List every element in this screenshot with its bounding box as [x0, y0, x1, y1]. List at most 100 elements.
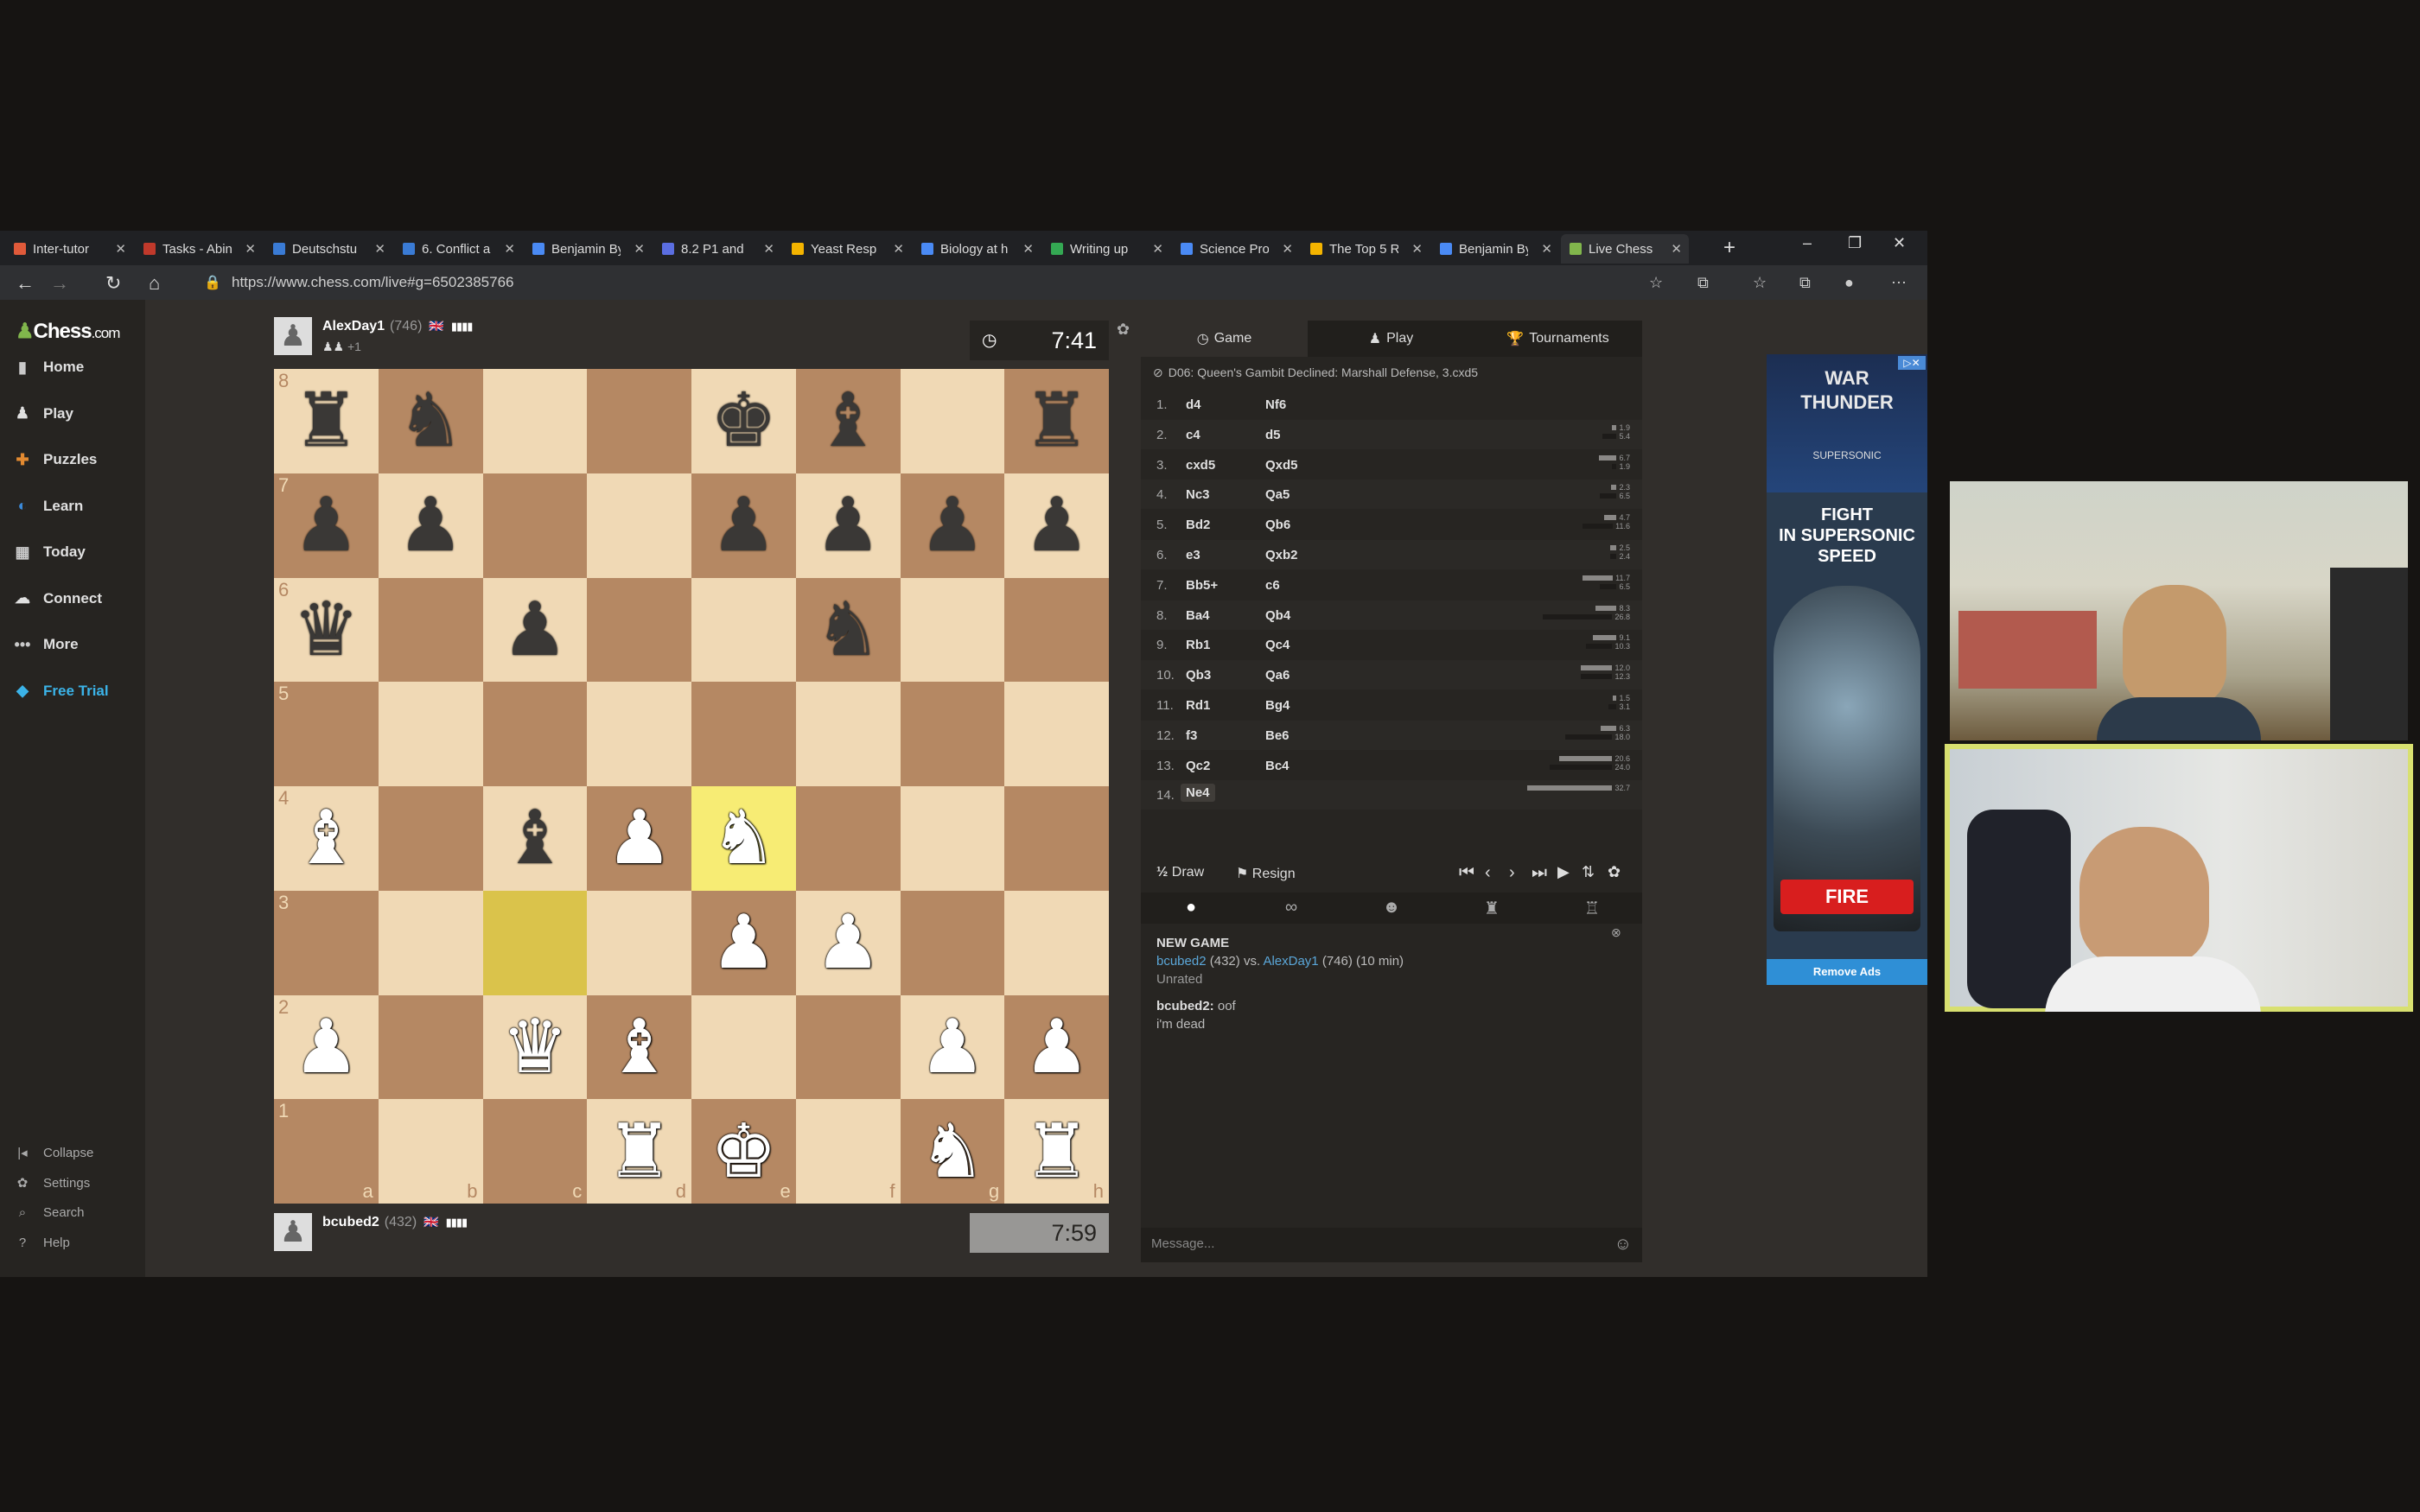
- square-h5[interactable]: [1004, 682, 1109, 786]
- castle-icon[interactable]: ♖: [1542, 898, 1642, 919]
- black-move[interactable]: Nf6: [1265, 397, 1286, 412]
- square-h3[interactable]: [1004, 890, 1109, 995]
- white-move[interactable]: f3: [1186, 728, 1197, 743]
- black-move[interactable]: Qc4: [1265, 638, 1290, 652]
- sidebar-item-puzzles[interactable]: ✚ Puzzles: [12, 447, 97, 473]
- black-move[interactable]: d5: [1265, 428, 1281, 442]
- friends-icon[interactable]: ☻: [1341, 898, 1442, 918]
- favorite-icon[interactable]: ☆: [1649, 274, 1663, 292]
- browser-tab[interactable]: Science Proj ✕: [1172, 234, 1300, 264]
- prev-move-icon[interactable]: ‹: [1485, 863, 1491, 883]
- square-g2[interactable]: ♟: [900, 994, 1005, 1100]
- black-move[interactable]: Be6: [1265, 728, 1290, 743]
- square-b2[interactable]: [378, 994, 483, 1100]
- white-move[interactable]: Qb3: [1186, 668, 1211, 683]
- menu-icon[interactable]: ⋯: [1891, 274, 1907, 292]
- white-move[interactable]: Ba4: [1186, 608, 1210, 623]
- black-move[interactable]: Qa6: [1265, 668, 1290, 683]
- square-g3[interactable]: [900, 890, 1005, 995]
- black-move[interactable]: Bc4: [1265, 759, 1290, 773]
- square-b5[interactable]: [378, 682, 483, 786]
- favorites-icon[interactable]: ☆: [1753, 274, 1767, 292]
- square-d3[interactable]: [587, 890, 691, 995]
- black-knight-icon[interactable]: ♞: [815, 593, 882, 667]
- white-rook-icon[interactable]: ♜: [1023, 1115, 1090, 1189]
- square-h7[interactable]: ♟: [1004, 473, 1109, 578]
- collections-icon[interactable]: ⧉: [1799, 274, 1811, 292]
- white-move[interactable]: c4: [1186, 428, 1200, 442]
- square-a1[interactable]: 1a: [274, 1099, 379, 1204]
- advertisement[interactable]: ▷✕ WAR THUNDER SUPERSONIC FIGHT IN SUPERSO…: [1767, 354, 1927, 985]
- tab-close-icon[interactable]: ✕: [504, 241, 515, 257]
- browser-tab[interactable]: Inter-tutor ✕: [5, 234, 133, 264]
- square-e5[interactable]: [691, 682, 796, 786]
- tab-game[interactable]: ◷ Game: [1141, 321, 1308, 357]
- square-c1[interactable]: c: [482, 1099, 588, 1204]
- black-pawn-icon[interactable]: ♟: [815, 488, 882, 562]
- square-e2[interactable]: [691, 994, 796, 1100]
- square-g5[interactable]: [900, 682, 1005, 786]
- profile-icon[interactable]: ●: [1844, 274, 1854, 292]
- player-name[interactable]: AlexDay1: [322, 319, 385, 334]
- black-king-icon[interactable]: ♚: [710, 384, 777, 458]
- black-move[interactable]: Qb4: [1265, 608, 1290, 623]
- black-pawn-icon[interactable]: ♟: [710, 488, 777, 562]
- white-move[interactable]: cxd5: [1186, 458, 1215, 473]
- spectators-icon[interactable]: ∞: [1241, 898, 1341, 918]
- white-pawn-icon[interactable]: ♟: [919, 1010, 985, 1084]
- white-pawn-icon[interactable]: ♟: [1023, 1010, 1090, 1084]
- square-d2[interactable]: ♝: [587, 994, 691, 1100]
- white-move[interactable]: Rd1: [1186, 698, 1210, 713]
- square-f5[interactable]: [795, 682, 901, 786]
- square-h2[interactable]: ♟: [1004, 994, 1109, 1100]
- white-queen-icon[interactable]: ♛: [501, 1010, 568, 1084]
- resign-button[interactable]: ⚑ Resign: [1236, 865, 1296, 882]
- white-move[interactable]: Rb1: [1186, 638, 1210, 652]
- white-move[interactable]: Bb5+: [1186, 578, 1218, 593]
- tab-tournaments[interactable]: 🏆 Tournaments: [1474, 321, 1641, 357]
- tab-close-icon[interactable]: ✕: [1671, 241, 1682, 257]
- remove-ads-link[interactable]: Remove Ads: [1767, 959, 1927, 985]
- white-pawn-icon[interactable]: ♟: [606, 801, 672, 875]
- last-move-icon[interactable]: ⏭: [1532, 863, 1547, 883]
- sidebar-search[interactable]: ⌕ Search: [14, 1205, 85, 1220]
- black-move[interactable]: Bg4: [1265, 698, 1290, 713]
- square-f8[interactable]: ♝: [795, 369, 901, 473]
- square-a7[interactable]: 7 ♟: [274, 473, 379, 578]
- white-rook-icon[interactable]: ♜: [606, 1115, 672, 1189]
- square-a6[interactable]: 6 ♛: [274, 577, 379, 683]
- chess-board[interactable]: 8 ♜ ♞ ♚ ♝ ♜ 7 ♟ ♟ ♟ ♟ ♟ ♟ 6 ♛ ♟ ♞ 5 4 ♝ ♝ ♟ ♞ 3 ♟ ♟ 2 ♟ ♛ ♝ ♟ ♟ 1 a b c d ♜ e ♚…: [274, 369, 1109, 1204]
- extension-icon[interactable]: ⧉: [1697, 274, 1709, 292]
- square-c5[interactable]: [482, 682, 588, 786]
- avatar[interactable]: ♟: [274, 317, 312, 355]
- browser-tab[interactable]: Benjamin By ✕: [524, 234, 652, 264]
- sidebar-item-learn[interactable]: ◐ Learn: [12, 493, 84, 519]
- black-move[interactable]: Qb6: [1265, 518, 1290, 532]
- emoji-icon[interactable]: ☺: [1614, 1235, 1632, 1255]
- tab-close-icon[interactable]: ✕: [893, 241, 904, 257]
- tournament-icon[interactable]: ♜: [1442, 898, 1542, 919]
- tab-close-icon[interactable]: ✕: [763, 241, 774, 257]
- back-icon[interactable]: ←: [16, 272, 35, 295]
- message-input[interactable]: Message... ☺: [1141, 1228, 1642, 1262]
- square-f2[interactable]: [795, 994, 901, 1100]
- tab-close-icon[interactable]: ✕: [374, 241, 385, 257]
- square-c3[interactable]: [482, 890, 588, 995]
- browser-tab[interactable]: Benjamin By ✕: [1431, 234, 1559, 264]
- square-a2[interactable]: 2 ♟: [274, 994, 379, 1100]
- sidebar-item-play[interactable]: ♟ Play: [12, 401, 73, 427]
- next-move-icon[interactable]: ›: [1509, 863, 1515, 883]
- black-move[interactable]: c6: [1265, 578, 1280, 593]
- browser-tab[interactable]: Yeast Resp ✕: [783, 234, 911, 264]
- square-f6[interactable]: ♞: [795, 577, 901, 683]
- white-move[interactable]: Qc2: [1186, 759, 1210, 773]
- white-king-icon[interactable]: ♚: [710, 1115, 777, 1189]
- black-bishop-icon[interactable]: ♝: [815, 384, 882, 458]
- tab-close-icon[interactable]: ✕: [115, 241, 126, 257]
- square-e1[interactable]: e ♚: [691, 1099, 796, 1204]
- square-a4[interactable]: 4 ♝: [274, 786, 379, 891]
- square-c2[interactable]: ♛: [482, 994, 588, 1100]
- tab-play[interactable]: ♟ Play: [1308, 321, 1474, 357]
- home-icon[interactable]: ⌂: [149, 272, 160, 295]
- square-e3[interactable]: ♟: [691, 890, 796, 995]
